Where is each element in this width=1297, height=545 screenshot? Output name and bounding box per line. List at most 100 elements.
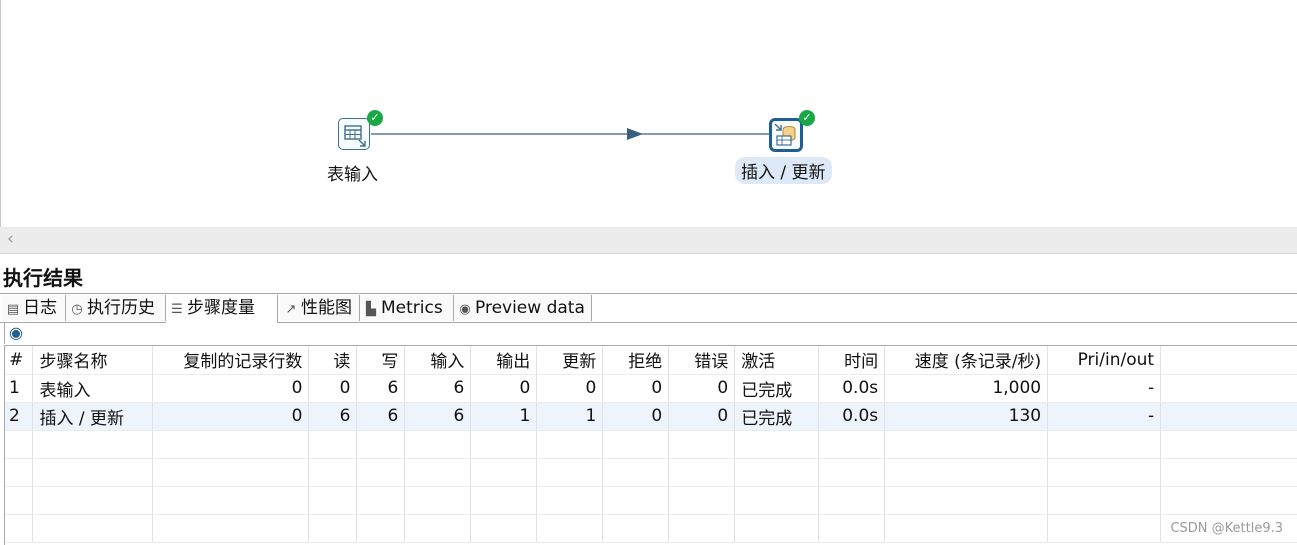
column-header[interactable]: 拒绝 [602, 346, 670, 375]
transformation-canvas[interactable]: ✓ 表输入 ✓ 插入 / 更新 [0, 0, 1297, 227]
table-cell-empty [356, 458, 406, 487]
column-header[interactable]: 错误 [668, 346, 736, 375]
success-check-icon: ✓ [367, 110, 383, 126]
table-cell-empty [602, 430, 670, 459]
table-cell-empty [668, 458, 736, 487]
table-cell-empty [668, 486, 736, 515]
step-metrics-table[interactable]: # 步骤名称 复制的记录行数 读 写 输入 输出 更新 拒绝 错误 激活 时间 … [4, 345, 1297, 545]
table-cell: - [1047, 374, 1162, 403]
table-cell-empty [5, 486, 34, 515]
column-header[interactable]: 读 [308, 346, 358, 375]
table-cell: 0 [470, 374, 538, 403]
table-cell: 1 [470, 402, 538, 431]
step-label: 表输入 [327, 165, 378, 185]
table-cell: 0 [668, 374, 736, 403]
column-header[interactable]: 更新 [536, 346, 604, 375]
table-cell-empty [404, 514, 472, 543]
table-cell: 0 [602, 402, 670, 431]
table-cell-empty [536, 514, 604, 543]
table-cell-empty [5, 514, 34, 543]
table-cell-empty [668, 430, 736, 459]
table-input-icon[interactable] [338, 118, 370, 150]
table-cell: 6 [404, 402, 472, 431]
table-cell: 6 [308, 402, 358, 431]
table-cell-empty [818, 514, 886, 543]
table-cell-empty [404, 458, 472, 487]
table-cell: 0.0s [818, 402, 886, 431]
column-header[interactable]: 输入 [404, 346, 472, 375]
table-cell-empty [152, 458, 310, 487]
eye-icon[interactable]: ◉ [9, 323, 23, 342]
tab-step-metrics[interactable]: ☰ 步骤度量 [166, 295, 278, 323]
tab-preview-data[interactable]: ◉ Preview data [454, 295, 592, 321]
table-cell-empty [734, 430, 820, 459]
table-cell: - [1047, 402, 1162, 431]
column-header[interactable]: 激活 [734, 346, 820, 375]
table-cell: 1 [5, 374, 34, 403]
table-cell-empty [884, 486, 1049, 515]
column-header[interactable]: # [5, 346, 34, 375]
step-metrics-icon: ☰ [171, 302, 183, 317]
table-cell: 0.0s [818, 374, 886, 403]
tab-label: 日志 [23, 298, 57, 318]
table-cell-empty [734, 458, 820, 487]
table-cell-empty [734, 486, 820, 515]
column-header[interactable]: 速度 (条记录/秒) [884, 346, 1049, 375]
table-cell-empty [32, 514, 154, 543]
scroll-left-icon[interactable]: ‹ [7, 229, 14, 249]
table-cell-empty [818, 458, 886, 487]
table-cell-empty [356, 430, 406, 459]
table-cell-empty [308, 514, 358, 543]
table-cell-empty [356, 514, 406, 543]
tab-log[interactable]: ▤ 日志 [2, 295, 66, 321]
history-icon: ◷ [71, 302, 83, 317]
table-cell: 0 [668, 402, 736, 431]
tab-label: 步骤度量 [187, 298, 255, 318]
table-cell: 0 [152, 402, 310, 431]
horizontal-scrollbar[interactable]: ‹ [0, 227, 1297, 254]
table-cell-empty [884, 514, 1049, 543]
table-cell-empty [404, 430, 472, 459]
table-cell-empty [32, 486, 154, 515]
table-cell-empty [884, 458, 1049, 487]
column-header[interactable]: 时间 [818, 346, 886, 375]
table-cell: 6 [356, 374, 406, 403]
perf-chart-icon: ↗ [285, 302, 297, 317]
table-row[interactable]: 2 插入 / 更新 0 6 6 6 1 1 0 0 已完成 0.0s 130- [5, 402, 1297, 431]
tab-history[interactable]: ◷ 执行历史 [66, 295, 166, 321]
column-header[interactable]: 输出 [470, 346, 538, 375]
table-cell-empty [1160, 458, 1297, 487]
tab-label: 性能图 [301, 298, 352, 318]
table-cell-empty [602, 486, 670, 515]
insert-update-icon[interactable] [769, 118, 803, 152]
table-cell-empty [152, 486, 310, 515]
table-cell: 插入 / 更新 [32, 402, 154, 431]
log-icon: ▤ [6, 302, 20, 317]
table-cell-filler [1160, 402, 1297, 431]
tab-label: Metrics [381, 298, 443, 318]
table-cell-empty [308, 486, 358, 515]
table-header-row: # 步骤名称 复制的记录行数 读 写 输入 输出 更新 拒绝 错误 激活 时间 … [5, 346, 1297, 375]
table-cell-empty [1047, 514, 1162, 543]
hop-layer [371, 128, 769, 140]
column-header[interactable]: 复制的记录行数 [152, 346, 310, 375]
table-cell: 0 [308, 374, 358, 403]
table-cell-empty [536, 458, 604, 487]
table-cell-empty [404, 486, 472, 515]
column-header[interactable]: Pri/in/out [1047, 346, 1162, 375]
eye-icon: ◉ [459, 302, 471, 317]
table-cell-empty [470, 430, 538, 459]
column-header[interactable]: 步骤名称 [32, 346, 154, 375]
table-cell-filler [1160, 374, 1297, 403]
column-header[interactable]: 写 [356, 346, 406, 375]
table-cell-empty [1047, 486, 1162, 515]
watermark: CSDN @Kettle9.3 [1170, 521, 1283, 536]
tab-metrics[interactable]: ▙ Metrics [360, 295, 454, 321]
table-empty-row [5, 486, 1297, 515]
table-cell: 1 [536, 402, 604, 431]
table-cell-empty [602, 514, 670, 543]
results-toolbar: ◉ [4, 322, 1297, 344]
table-cell-empty [818, 486, 886, 515]
table-row[interactable]: 1 表输入 0 0 6 6 0 0 0 0 已完成 0.0s 1,000- [5, 374, 1297, 403]
tab-performance-chart[interactable]: ↗ 性能图 [280, 295, 360, 321]
